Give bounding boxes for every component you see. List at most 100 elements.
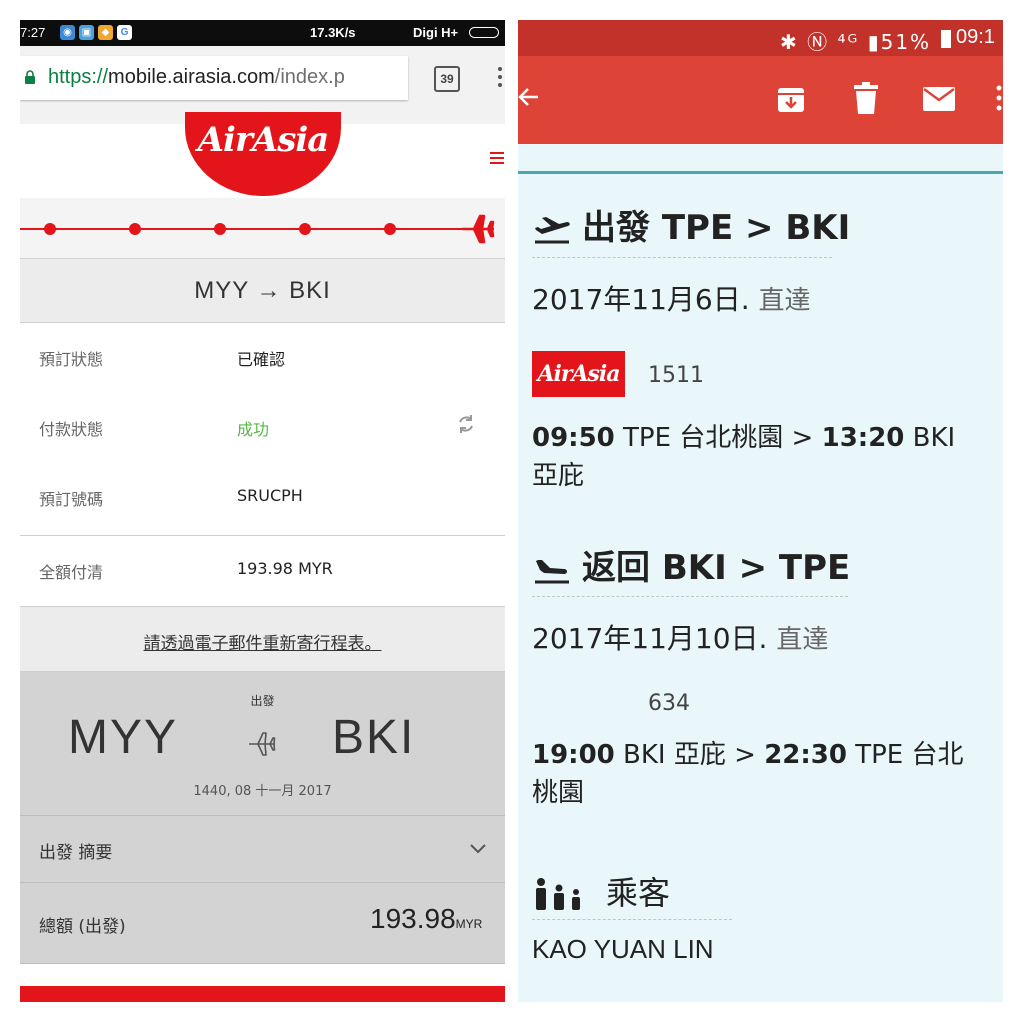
- hamburger-menu-icon[interactable]: [490, 152, 504, 167]
- chevron-down-icon: [470, 844, 486, 854]
- email-itinerary-panel: ✱ Ⓝ ⁴ᴳ ▮51% 09:1 出發 TPE > BKI 2017年11月6日…: [518, 20, 1003, 1002]
- url-path: /index.p: [274, 66, 345, 88]
- divider: [532, 596, 848, 597]
- email-app-bar: [518, 56, 1003, 144]
- flight-number: 1511: [648, 363, 704, 388]
- flight-card-label: 出發: [250, 694, 275, 708]
- divider: [532, 919, 732, 920]
- total-amount: 193.98MYR: [370, 903, 482, 935]
- row-value: 成功: [237, 420, 270, 439]
- booking-number: SRUCPH: [237, 486, 303, 505]
- row-value: 已確認: [237, 350, 286, 369]
- return-times: 19:00 BKI 亞庇 > 22:30 TPE 台北桃園: [532, 740, 964, 808]
- row-label: 全額付清: [39, 563, 104, 582]
- takeoff-icon: [535, 216, 570, 243]
- logo-text: AirAsia: [197, 120, 330, 160]
- airplane-icon: [249, 732, 276, 756]
- flight-card: 出發 MYY BKI 1440, 08 十一月 2017: [20, 672, 505, 816]
- return-heading: 返回 BKI > TPE: [532, 540, 850, 589]
- passengers-title: 乘客: [606, 874, 671, 912]
- airasia-browser-panel: 7:27 ◉ ▣ ◆ G 17.3K/s Digi H+ https://mob…: [20, 20, 505, 1002]
- notification-app-icon: ◆: [98, 25, 113, 40]
- email-body: 出發 TPE > BKI 2017年11月6日. 直達 AirAsia 1511…: [518, 174, 1003, 1002]
- route-title: MYY → BKI: [20, 258, 505, 323]
- archive-icon[interactable]: [776, 84, 806, 114]
- total-currency: MYR: [455, 917, 483, 931]
- total-row: 總額 (出發) 193.98MYR: [20, 883, 505, 964]
- status-bar: 7:27 ◉ ▣ ◆ G 17.3K/s Digi H+: [20, 20, 505, 46]
- airplane-icon: [462, 214, 495, 244]
- arr-time: 13:20: [821, 423, 905, 453]
- google-icon: G: [117, 25, 132, 40]
- total-label: 總額 (出發): [39, 917, 126, 937]
- refresh-icon[interactable]: [456, 414, 476, 434]
- booking-number-row: 預訂號碼 SRUCPH: [20, 462, 505, 532]
- status-bar: ✱ Ⓝ ⁴ᴳ ▮51% 09:1: [518, 20, 1003, 56]
- passengers-icon: [536, 878, 580, 910]
- notification-app-icon: ◉: [60, 25, 75, 40]
- tab-switcher-button[interactable]: 39: [434, 66, 460, 92]
- airasia-logo: AirAsia: [532, 351, 625, 397]
- booking-progress-track: [20, 198, 505, 258]
- destination-code: BKI: [332, 711, 416, 764]
- flight-number: 634: [648, 691, 690, 716]
- booking-status-row: 預訂狀態 已確認: [20, 322, 505, 392]
- overflow-menu-icon[interactable]: [498, 66, 502, 88]
- return-title: 返回 BKI > TPE: [582, 548, 851, 588]
- row-value: 193.98 MYR: [237, 559, 333, 578]
- track-line: [20, 228, 490, 230]
- row-label: 預訂狀態: [39, 350, 104, 369]
- dep-place: TPE 台北桃園: [623, 423, 784, 453]
- resend-itinerary-section: 請透過電子郵件重新寄行程表。: [20, 606, 505, 672]
- network-speed: 17.3K/s: [310, 25, 356, 40]
- resend-itinerary-link[interactable]: 請透過電子郵件重新寄行程表。: [20, 629, 505, 654]
- notification-icons: ◉ ▣ ◆ G: [60, 25, 132, 40]
- trash-icon[interactable]: [853, 82, 879, 114]
- flight-datetime: 1440, 08 十一月 2017: [193, 784, 332, 799]
- divider: [532, 257, 832, 258]
- status-clock: 09:1: [956, 26, 995, 48]
- url-text[interactable]: https://mobile.airasia.com/index.p: [48, 66, 345, 89]
- dep-place: BKI 亞庇: [623, 740, 726, 770]
- battery-icon: [469, 27, 499, 38]
- dep-time: 19:00: [532, 740, 615, 770]
- footer-bar: [20, 986, 505, 1002]
- notification-app-icon: ▣: [79, 25, 94, 40]
- return-date: 2017年11月10日. 直達: [532, 617, 828, 657]
- status-icons: ✱ Ⓝ ⁴ᴳ ▮51%: [780, 30, 932, 54]
- nonstop-label: 直達: [776, 625, 829, 655]
- departure-times: 09:50 TPE 台北桃園 > 13:20 BKI 亞庇: [532, 423, 956, 491]
- row-label: 付款狀態: [39, 420, 104, 439]
- status-time: 7:27: [20, 25, 46, 40]
- arr-time: 22:30: [764, 740, 847, 770]
- passenger-name: KAO YUAN LIN: [532, 934, 714, 964]
- nonstop-label: 直達: [758, 286, 811, 316]
- departure-summary-toggle[interactable]: 出發 摘要: [20, 816, 505, 883]
- url-scheme: https://: [48, 66, 109, 88]
- url-bar[interactable]: https://mobile.airasia.com/index.p: [20, 56, 408, 100]
- row-label: 預訂號碼: [39, 490, 104, 509]
- passengers-heading: 乘客: [532, 868, 670, 914]
- track-step-dot: [214, 223, 226, 235]
- carrier-name: Digi H+: [413, 25, 459, 40]
- url-host: mobile.airasia.com: [108, 66, 275, 88]
- track-step-dot: [384, 223, 396, 235]
- lock-icon: [25, 70, 35, 84]
- landing-icon: [535, 559, 569, 583]
- airasia-logo[interactable]: AirAsia: [185, 112, 341, 196]
- departure-title: 出發 TPE > BKI: [582, 208, 851, 248]
- battery-icon: [941, 30, 951, 48]
- track-step-dot: [129, 223, 141, 235]
- airasia-header: AirAsia: [20, 112, 505, 198]
- mark-unread-icon[interactable]: [922, 86, 956, 112]
- summary-label: 出發 摘要: [39, 843, 113, 863]
- battery-percent: 51%: [880, 30, 932, 54]
- departure-date: 2017年11月6日. 直達: [532, 278, 811, 318]
- departure-heading: 出發 TPE > BKI: [532, 200, 850, 249]
- total-value: 193.98: [370, 903, 456, 934]
- back-arrow-icon[interactable]: [518, 86, 540, 108]
- origin-code: MYY: [68, 711, 179, 764]
- paid-in-full-row: 全額付清 193.98 MYR: [20, 535, 505, 605]
- dep-time: 09:50: [532, 423, 615, 453]
- overflow-menu-icon[interactable]: [996, 84, 1002, 112]
